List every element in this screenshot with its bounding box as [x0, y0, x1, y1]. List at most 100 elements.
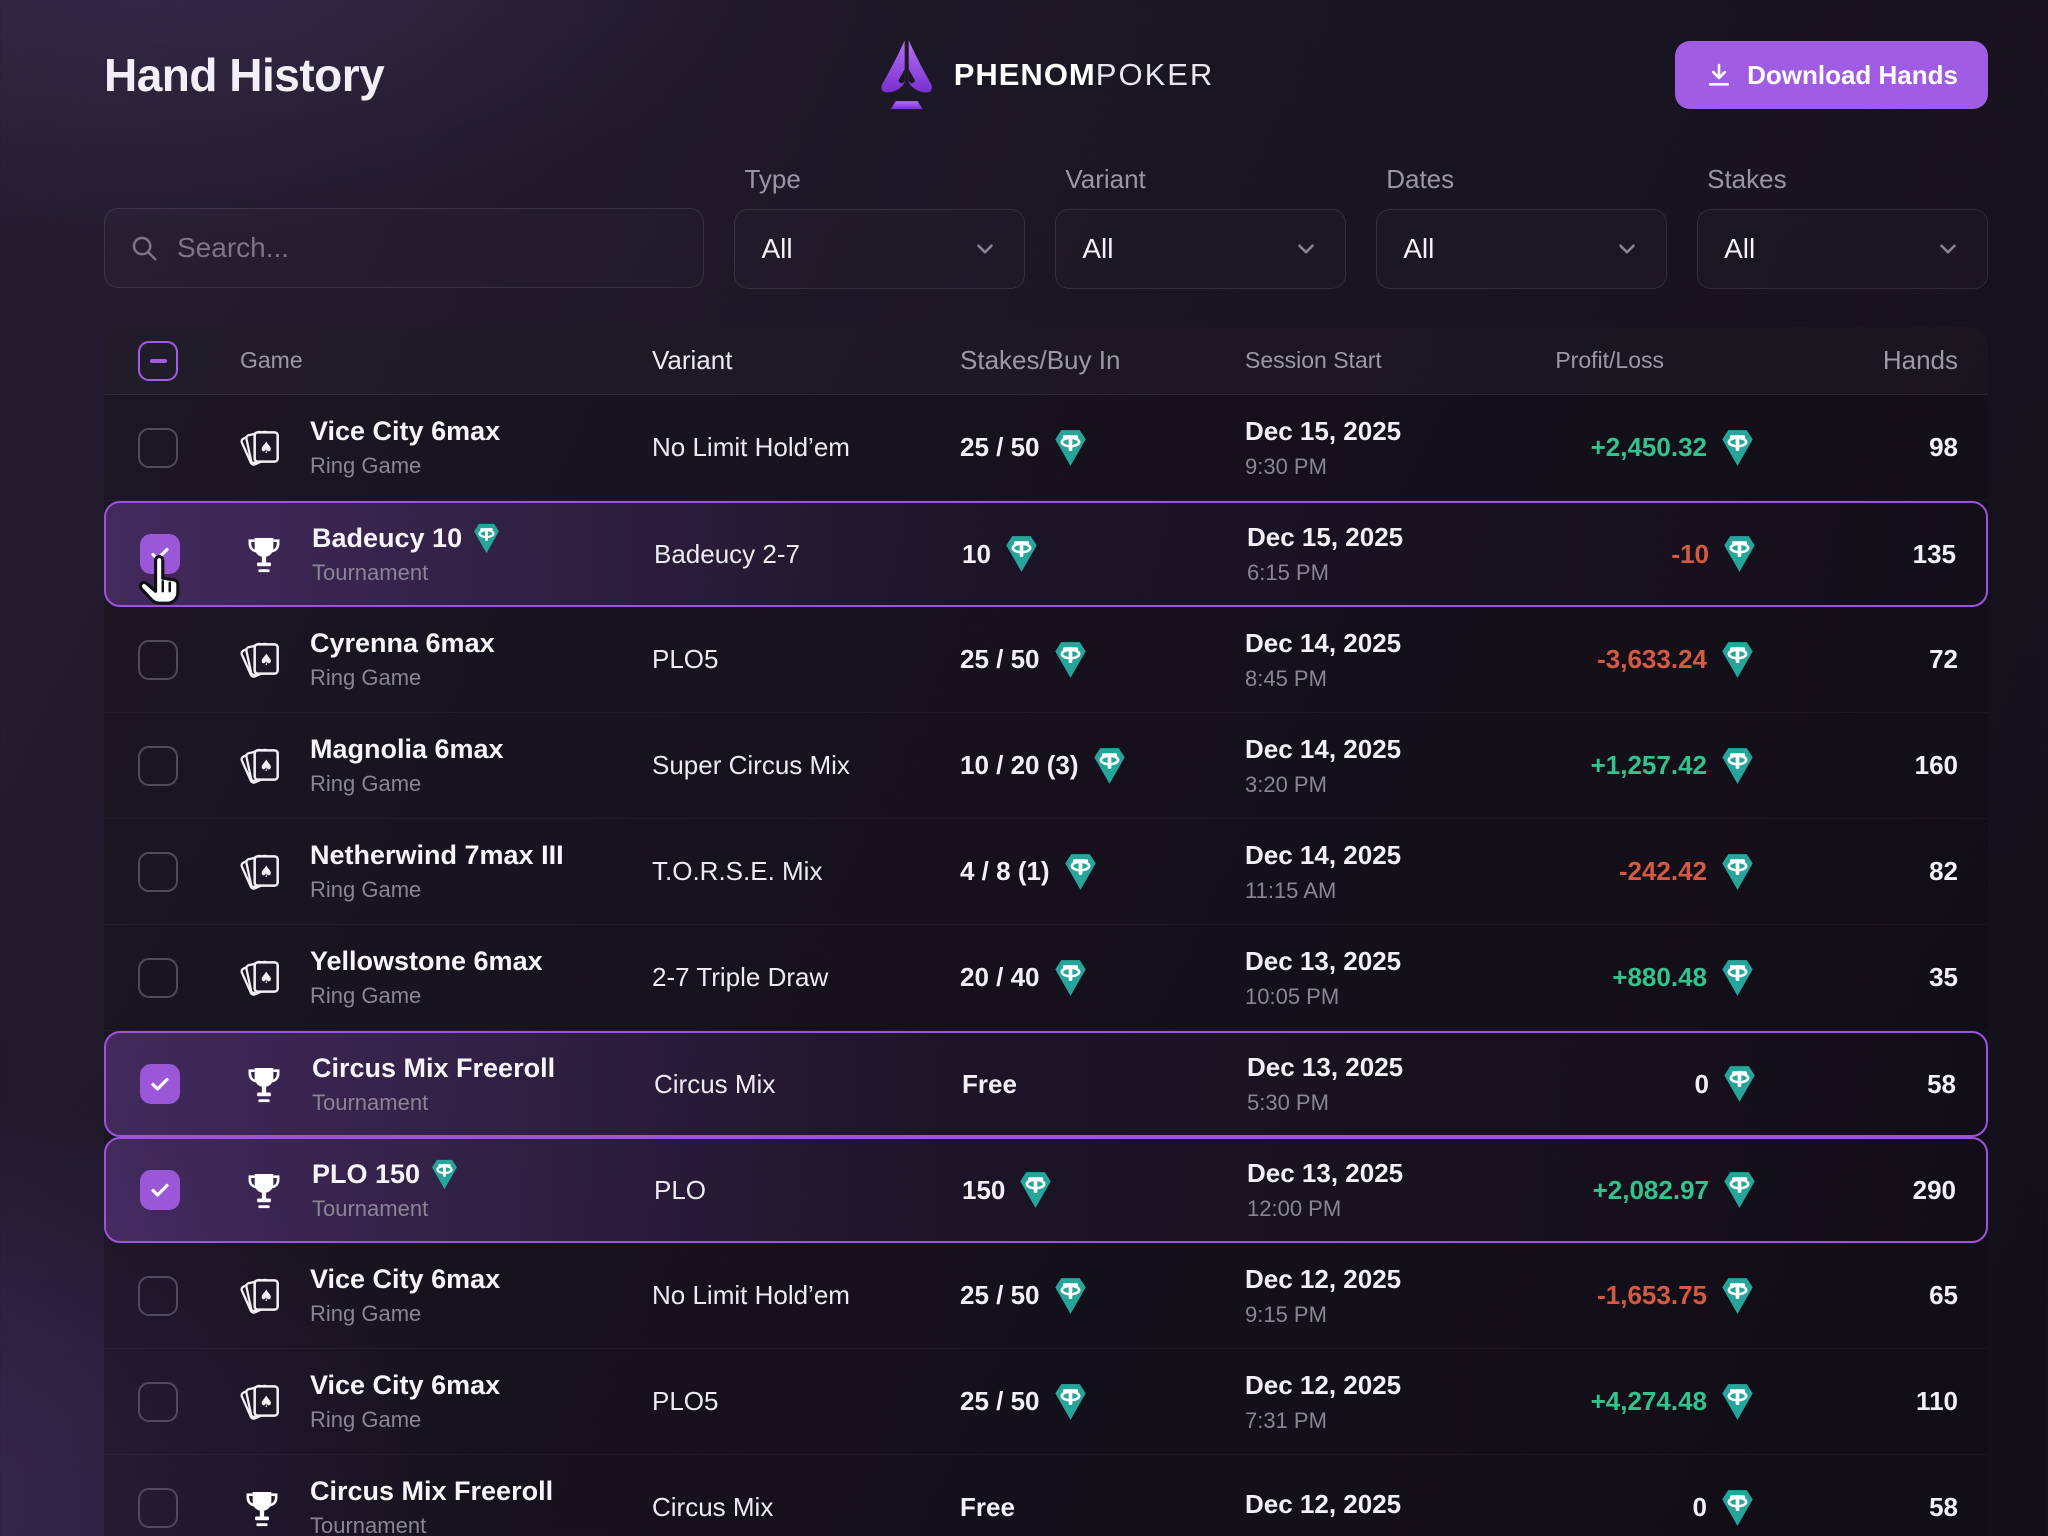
row-checkbox[interactable] [138, 428, 178, 468]
chevron-down-icon [1935, 236, 1961, 262]
profit-loss-currency-icon [1723, 1171, 1756, 1209]
game-type: Tournament [312, 560, 500, 586]
filter-dates-label: Dates [1386, 164, 1667, 195]
session-date: Dec 13, 2025 [1245, 946, 1454, 977]
game-type: Ring Game [310, 1407, 500, 1433]
game-type: Ring Game [310, 665, 495, 691]
variant-cell: No Limit Hold’em [652, 432, 960, 463]
profit-loss-value: +2,450.32 [1591, 432, 1707, 463]
stakes-value: 10 / 20 (3) [960, 750, 1079, 781]
session-time: 9:15 PM [1245, 1302, 1454, 1328]
filter-dates: Dates All [1376, 164, 1667, 289]
profit-loss-currency-icon [1721, 1383, 1754, 1421]
game-type: Ring Game [310, 1301, 500, 1327]
session-date: Dec 12, 2025 [1245, 1489, 1454, 1520]
stakes-currency-icon [1054, 429, 1087, 467]
profit-loss-currency-icon [1721, 853, 1754, 891]
game-name: Vice City 6max [310, 416, 500, 447]
profit-loss-value: -242.42 [1619, 856, 1707, 887]
table-row[interactable]: PLO 150 Tournament PLO 150 Dec 13, 2025 … [104, 1137, 1988, 1243]
session-date: Dec 14, 2025 [1245, 734, 1454, 765]
select-all-checkbox[interactable] [138, 341, 178, 381]
stakes-value: 25 / 50 [960, 1280, 1040, 1311]
search-icon [129, 233, 159, 263]
row-checkbox[interactable] [138, 1276, 178, 1316]
filter-stakes-label: Stakes [1707, 164, 1988, 195]
buyin-currency-icon [431, 1159, 458, 1190]
hands-count: 65 [1754, 1280, 1988, 1311]
hands-count: 160 [1754, 750, 1988, 781]
game-name: Badeucy 10 [312, 523, 462, 554]
table-row[interactable]: Magnolia 6max Ring Game Super Circus Mix… [104, 713, 1988, 819]
table-row[interactable]: Badeucy 10 Tournament Badeucy 2-7 10 Dec… [104, 501, 1988, 607]
session-date: Dec 13, 2025 [1247, 1052, 1456, 1083]
profit-loss-value: -10 [1671, 539, 1709, 570]
download-hands-button[interactable]: Download Hands [1675, 41, 1988, 109]
variant-cell: Super Circus Mix [652, 750, 960, 781]
profit-loss-currency-icon [1721, 959, 1754, 997]
filter-type: Type All [734, 164, 1025, 289]
session-time: 9:30 PM [1245, 454, 1454, 480]
filter-variant-label: Variant [1065, 164, 1346, 195]
table-row[interactable]: Circus Mix Freeroll Tournament Circus Mi… [104, 1455, 1988, 1536]
table-row[interactable]: Vice City 6max Ring Game PLO5 25 / 50 De… [104, 1349, 1988, 1455]
stakes-value: 25 / 50 [960, 432, 1040, 463]
filter-type-select[interactable]: All [734, 209, 1025, 289]
session-date: Dec 14, 2025 [1245, 840, 1454, 871]
row-checkbox[interactable] [140, 1170, 180, 1210]
variant-cell: PLO [654, 1175, 962, 1206]
cards-icon [239, 1379, 285, 1425]
buyin-currency-icon [473, 523, 500, 554]
row-checkbox[interactable] [138, 746, 178, 786]
row-checkbox[interactable] [140, 1064, 180, 1104]
table-row[interactable]: Circus Mix Freeroll Tournament Circus Mi… [104, 1031, 1988, 1137]
table-row[interactable]: Yellowstone 6max Ring Game 2-7 Triple Dr… [104, 925, 1988, 1031]
column-header-stakes: Stakes/Buy In [960, 345, 1245, 376]
filters-bar: Type All Variant All Dates All [104, 164, 1988, 289]
hands-count: 110 [1754, 1386, 1988, 1417]
variant-cell: 2-7 Triple Draw [652, 962, 960, 993]
filter-variant-select[interactable]: All [1055, 209, 1346, 289]
game-type: Ring Game [310, 877, 564, 903]
profit-loss-value: +2,082.97 [1593, 1175, 1709, 1206]
filter-stakes: Stakes All [1697, 164, 1988, 289]
top-bar: Hand History PHENOMPOKER [104, 0, 1988, 150]
stakes-currency-icon [1005, 535, 1038, 573]
table-row[interactable]: Netherwind 7max III Ring Game T.O.R.S.E.… [104, 819, 1988, 925]
row-checkbox[interactable] [138, 958, 178, 998]
search-box[interactable] [104, 208, 704, 288]
profit-loss-currency-icon [1721, 1277, 1754, 1315]
session-time: 7:31 PM [1245, 1408, 1454, 1434]
hands-count: 72 [1754, 644, 1988, 675]
session-date: Dec 13, 2025 [1247, 1158, 1456, 1189]
chevron-down-icon [1293, 236, 1319, 262]
stakes-value: 25 / 50 [960, 1386, 1040, 1417]
session-date: Dec 12, 2025 [1245, 1264, 1454, 1295]
profit-loss-value: +4,274.48 [1591, 1386, 1707, 1417]
row-checkbox[interactable] [138, 852, 178, 892]
game-type: Tournament [310, 1513, 553, 1536]
hands-count: 35 [1754, 962, 1988, 993]
filter-stakes-select[interactable]: All [1697, 209, 1988, 289]
search-input[interactable] [177, 232, 679, 264]
profit-loss-currency-icon [1721, 747, 1754, 785]
stakes-value: 10 [962, 539, 991, 570]
table-row[interactable]: Vice City 6max Ring Game No Limit Hold’e… [104, 395, 1988, 501]
column-header-game: Game [240, 347, 652, 374]
game-name: Magnolia 6max [310, 734, 504, 765]
stakes-value: 4 / 8 (1) [960, 856, 1050, 887]
profit-loss-value: +1,257.42 [1591, 750, 1707, 781]
stakes-currency-icon [1093, 747, 1126, 785]
row-checkbox[interactable] [138, 1382, 178, 1422]
table-row[interactable]: Cyrenna 6max Ring Game PLO5 25 / 50 Dec … [104, 607, 1988, 713]
row-checkbox[interactable] [138, 1488, 178, 1528]
filter-dates-select[interactable]: All [1376, 209, 1667, 289]
table-row[interactable]: Vice City 6max Ring Game No Limit Hold’e… [104, 1243, 1988, 1349]
row-checkbox[interactable] [138, 640, 178, 680]
variant-cell: PLO5 [652, 644, 960, 675]
game-type: Tournament [312, 1196, 458, 1222]
game-name: Circus Mix Freeroll [310, 1476, 553, 1507]
game-name: Circus Mix Freeroll [312, 1053, 555, 1084]
session-time: 5:30 PM [1247, 1090, 1456, 1116]
profit-loss-currency-icon [1721, 641, 1754, 679]
